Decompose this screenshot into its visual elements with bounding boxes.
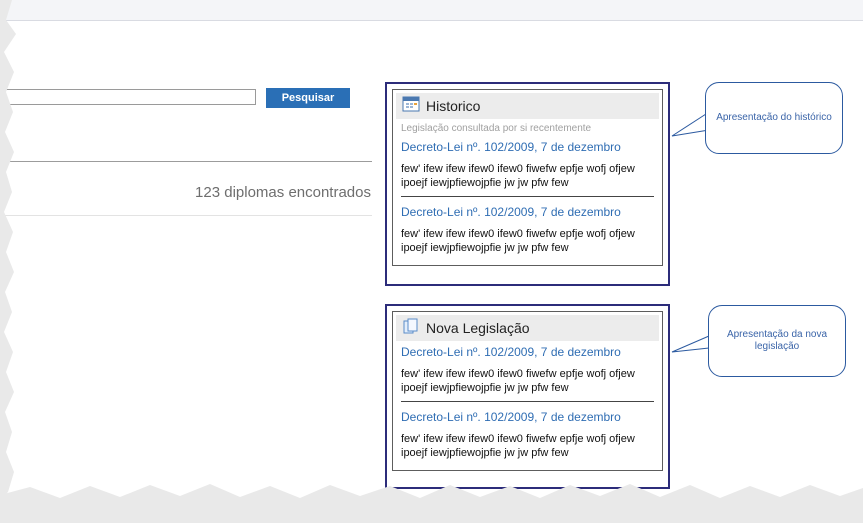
historico-item-divider <box>401 196 654 197</box>
search-button[interactable]: Pesquisar <box>266 88 350 108</box>
historico-title: Historico <box>426 98 481 114</box>
search-input[interactable] <box>0 89 256 105</box>
results-divider <box>0 161 372 162</box>
historico-header: Historico <box>396 93 659 119</box>
historico-item-link[interactable]: Decreto-Lei nº. 102/2009, 7 de dezembro <box>401 140 654 154</box>
historico-subtitle: Legislação consultada por si recentement… <box>401 123 592 134</box>
historico-item-text: few' ifew ifew ifew0 ifew0 fiwefw epfje … <box>401 228 635 254</box>
historico-panel-inner: Historico Legislação consultada por si r… <box>392 89 663 266</box>
nova-legislacao-panel-inner: Nova Legislação Decreto-Lei nº. 102/2009… <box>392 311 663 471</box>
nova-legislacao-title: Nova Legislação <box>426 320 530 336</box>
nova-legislacao-callout: Apresentação da nova legislação <box>708 305 846 377</box>
calendar-icon <box>402 96 420 117</box>
results-divider-light <box>0 215 372 216</box>
nova-legislacao-panel: Nova Legislação Decreto-Lei nº. 102/2009… <box>385 304 670 489</box>
nova-legislacao-item-divider <box>401 401 654 402</box>
nova-legislacao-item-text: few' ifew ifew ifew0 ifew0 fiwefw epfje … <box>401 368 635 394</box>
historico-callout: Apresentação do histórico <box>705 82 843 154</box>
historico-item-text: few' ifew ifew ifew0 ifew0 fiwefw epfje … <box>401 163 635 189</box>
historico-panel: Historico Legislação consultada por si r… <box>385 82 670 286</box>
nova-legislacao-callout-text: Apresentação da nova legislação <box>726 329 828 352</box>
nova-legislacao-item-link[interactable]: Decreto-Lei nº. 102/2009, 7 de dezembro <box>401 410 654 424</box>
document-icon <box>402 318 420 339</box>
nova-legislacao-header: Nova Legislação <box>396 315 659 341</box>
historico-item-link[interactable]: Decreto-Lei nº. 102/2009, 7 de dezembro <box>401 205 654 219</box>
top-bar <box>0 0 863 21</box>
historico-callout-text: Apresentação do histórico <box>716 112 832 123</box>
nova-legislacao-item-text: few' ifew ifew ifew0 ifew0 fiwefw epfje … <box>401 433 635 459</box>
results-count: 123 diplomas encontrados <box>195 184 371 201</box>
nova-legislacao-item-link[interactable]: Decreto-Lei nº. 102/2009, 7 de dezembro <box>401 345 654 359</box>
